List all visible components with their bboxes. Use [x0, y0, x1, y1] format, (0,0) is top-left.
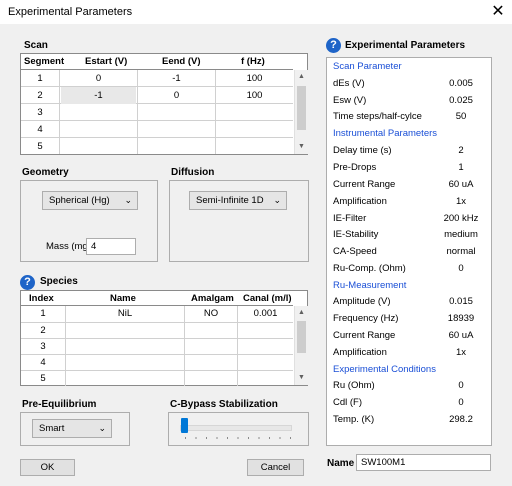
species-title: Species [40, 276, 78, 287]
chevron-down-icon: ⌄ [98, 423, 106, 433]
param-row-amplitude[interactable]: Amplitude (V) 0.015 [327, 293, 491, 310]
section-experimental-conditions: Experimental Conditions [333, 364, 436, 375]
scan-cell[interactable]: 100 [216, 87, 293, 104]
species-scrollbar[interactable]: ▲ ▼ [294, 306, 308, 385]
close-icon[interactable]: ✕ [488, 2, 508, 22]
geometry-select[interactable]: Spherical (Hg) ⌄ [42, 191, 138, 210]
window-title: Experimental Parameters [8, 6, 133, 18]
geometry-select-value: Spherical (Hg) [49, 195, 110, 206]
species-header-amalgam: Amalgam [191, 293, 234, 304]
param-row-frequency[interactable]: Frequency (Hz) 18939 [327, 310, 491, 327]
species-table[interactable]: Index Name Amalgam Canal (m/l) 1 NiL NO … [20, 290, 308, 386]
name-label: Name [327, 458, 355, 469]
cbypass-slider-ticks [185, 437, 291, 439]
scan-cell[interactable]: 100 [216, 70, 293, 87]
scroll-up-icon[interactable]: ▲ [295, 70, 308, 84]
pre-equilibrium-select-value: Smart [39, 423, 65, 434]
species-header-name: Name [110, 293, 136, 304]
param-row-delay[interactable]: Delay time (s) 2 [327, 142, 491, 159]
diffusion-title: Diffusion [171, 167, 215, 178]
scan-cell[interactable]: 2 [21, 87, 59, 104]
geometry-title: Geometry [22, 167, 69, 178]
param-row-ca-speed[interactable]: CA-Speed normal [327, 243, 491, 260]
species-help-icon[interactable]: ? [20, 275, 35, 290]
scan-header-estart: Estart (V) [85, 56, 128, 67]
cancel-button[interactable]: Cancel [247, 459, 304, 476]
scan-scrollbar[interactable]: ▲ ▼ [294, 70, 308, 154]
scroll-up-icon[interactable]: ▲ [295, 306, 308, 320]
name-input[interactable]: SW100M1 [356, 454, 491, 471]
scroll-down-icon[interactable]: ▼ [295, 371, 308, 385]
param-row-predrops[interactable]: Pre-Drops 1 [327, 159, 491, 176]
param-row-current-range[interactable]: Current Range 60 uA [327, 176, 491, 193]
species-cell[interactable]: 3 [21, 339, 65, 355]
param-row-ru-current-range[interactable]: Current Range 60 uA [327, 327, 491, 344]
param-row-temp[interactable]: Temp. (K) 298.2 [327, 411, 491, 428]
scan-cell[interactable]: 0 [138, 87, 215, 104]
scan-header-f: f (Hz) [241, 56, 265, 67]
chevron-down-icon: ⌄ [273, 195, 281, 205]
chevron-down-icon: ⌄ [124, 195, 132, 205]
param-row-ie-filter[interactable]: IE-Filter 200 kHz [327, 210, 491, 227]
species-cell[interactable]: 1 [21, 306, 65, 322]
scan-cell[interactable]: 1 [21, 70, 59, 87]
param-row-des[interactable]: dEs (V) 0.005 [327, 75, 491, 92]
ok-button[interactable]: OK [20, 459, 75, 476]
species-cell[interactable]: NO [185, 306, 237, 322]
species-header-index: Index [29, 293, 54, 304]
scroll-down-icon[interactable]: ▼ [295, 140, 308, 154]
mass-label: Mass (mg) [46, 241, 91, 252]
param-row-ru[interactable]: Ru (Ohm) 0 [327, 377, 491, 394]
section-instrumental-parameters: Instrumental Parameters [333, 128, 438, 139]
param-row-ru-amplification[interactable]: Amplification 1x [327, 344, 491, 361]
species-cell[interactable]: 2 [21, 323, 65, 339]
species-cell[interactable]: 5 [21, 371, 65, 387]
scroll-thumb[interactable] [297, 321, 306, 353]
cbypass-slider-track[interactable] [180, 425, 292, 431]
param-row-cdl[interactable]: Cdl (F) 0 [327, 394, 491, 411]
cbypass-slider-thumb[interactable] [181, 418, 188, 433]
scan-header-segment: Segment [24, 56, 65, 67]
experimental-help-icon[interactable]: ? [326, 38, 341, 53]
scan-cell[interactable]: 3 [21, 104, 59, 121]
param-row-ru-comp[interactable]: Ru-Comp. (Ohm) 0 [327, 260, 491, 277]
scan-cell[interactable]: 5 [21, 138, 59, 155]
param-row-esw[interactable]: Esw (V) 0.025 [327, 92, 491, 109]
species-header-canal: Canal (m/l) [243, 293, 292, 304]
scroll-thumb[interactable] [297, 86, 306, 130]
species-cell[interactable]: NiL [66, 306, 184, 322]
species-cell[interactable]: 0.001 [238, 306, 293, 322]
diffusion-select-value: Semi-Infinite 1D [196, 195, 264, 206]
section-scan-parameter: Scan Parameter [333, 61, 402, 72]
experimental-title: Experimental Parameters [345, 40, 466, 51]
species-cell[interactable]: 4 [21, 355, 65, 371]
scan-cell[interactable]: 4 [21, 121, 59, 138]
scan-cell[interactable]: 0 [60, 70, 137, 87]
scan-title: Scan [24, 40, 48, 51]
param-row-timesteps[interactable]: Time steps/half-cylce 50 [327, 108, 491, 125]
section-ru-measurement: Ru-Measurement [333, 280, 407, 291]
mass-input[interactable]: 4 [86, 238, 136, 255]
diffusion-select[interactable]: Semi-Infinite 1D ⌄ [189, 191, 287, 210]
cbypass-title: C-Bypass Stabilization [170, 399, 278, 410]
param-row-ie-stability[interactable]: IE-Stability medium [327, 226, 491, 243]
scan-table[interactable]: Segment Estart (V) Eend (V) f (Hz) 1 0 -… [20, 53, 308, 155]
param-row-amplification[interactable]: Amplification 1x [327, 193, 491, 210]
pre-equilibrium-title: Pre-Equilibrium [22, 399, 97, 410]
pre-equilibrium-select[interactable]: Smart ⌄ [32, 419, 112, 438]
scan-cell[interactable]: -1 [138, 70, 215, 87]
scan-header-eend: Eend (V) [162, 56, 201, 67]
scan-cell[interactable]: -1 [60, 87, 137, 104]
